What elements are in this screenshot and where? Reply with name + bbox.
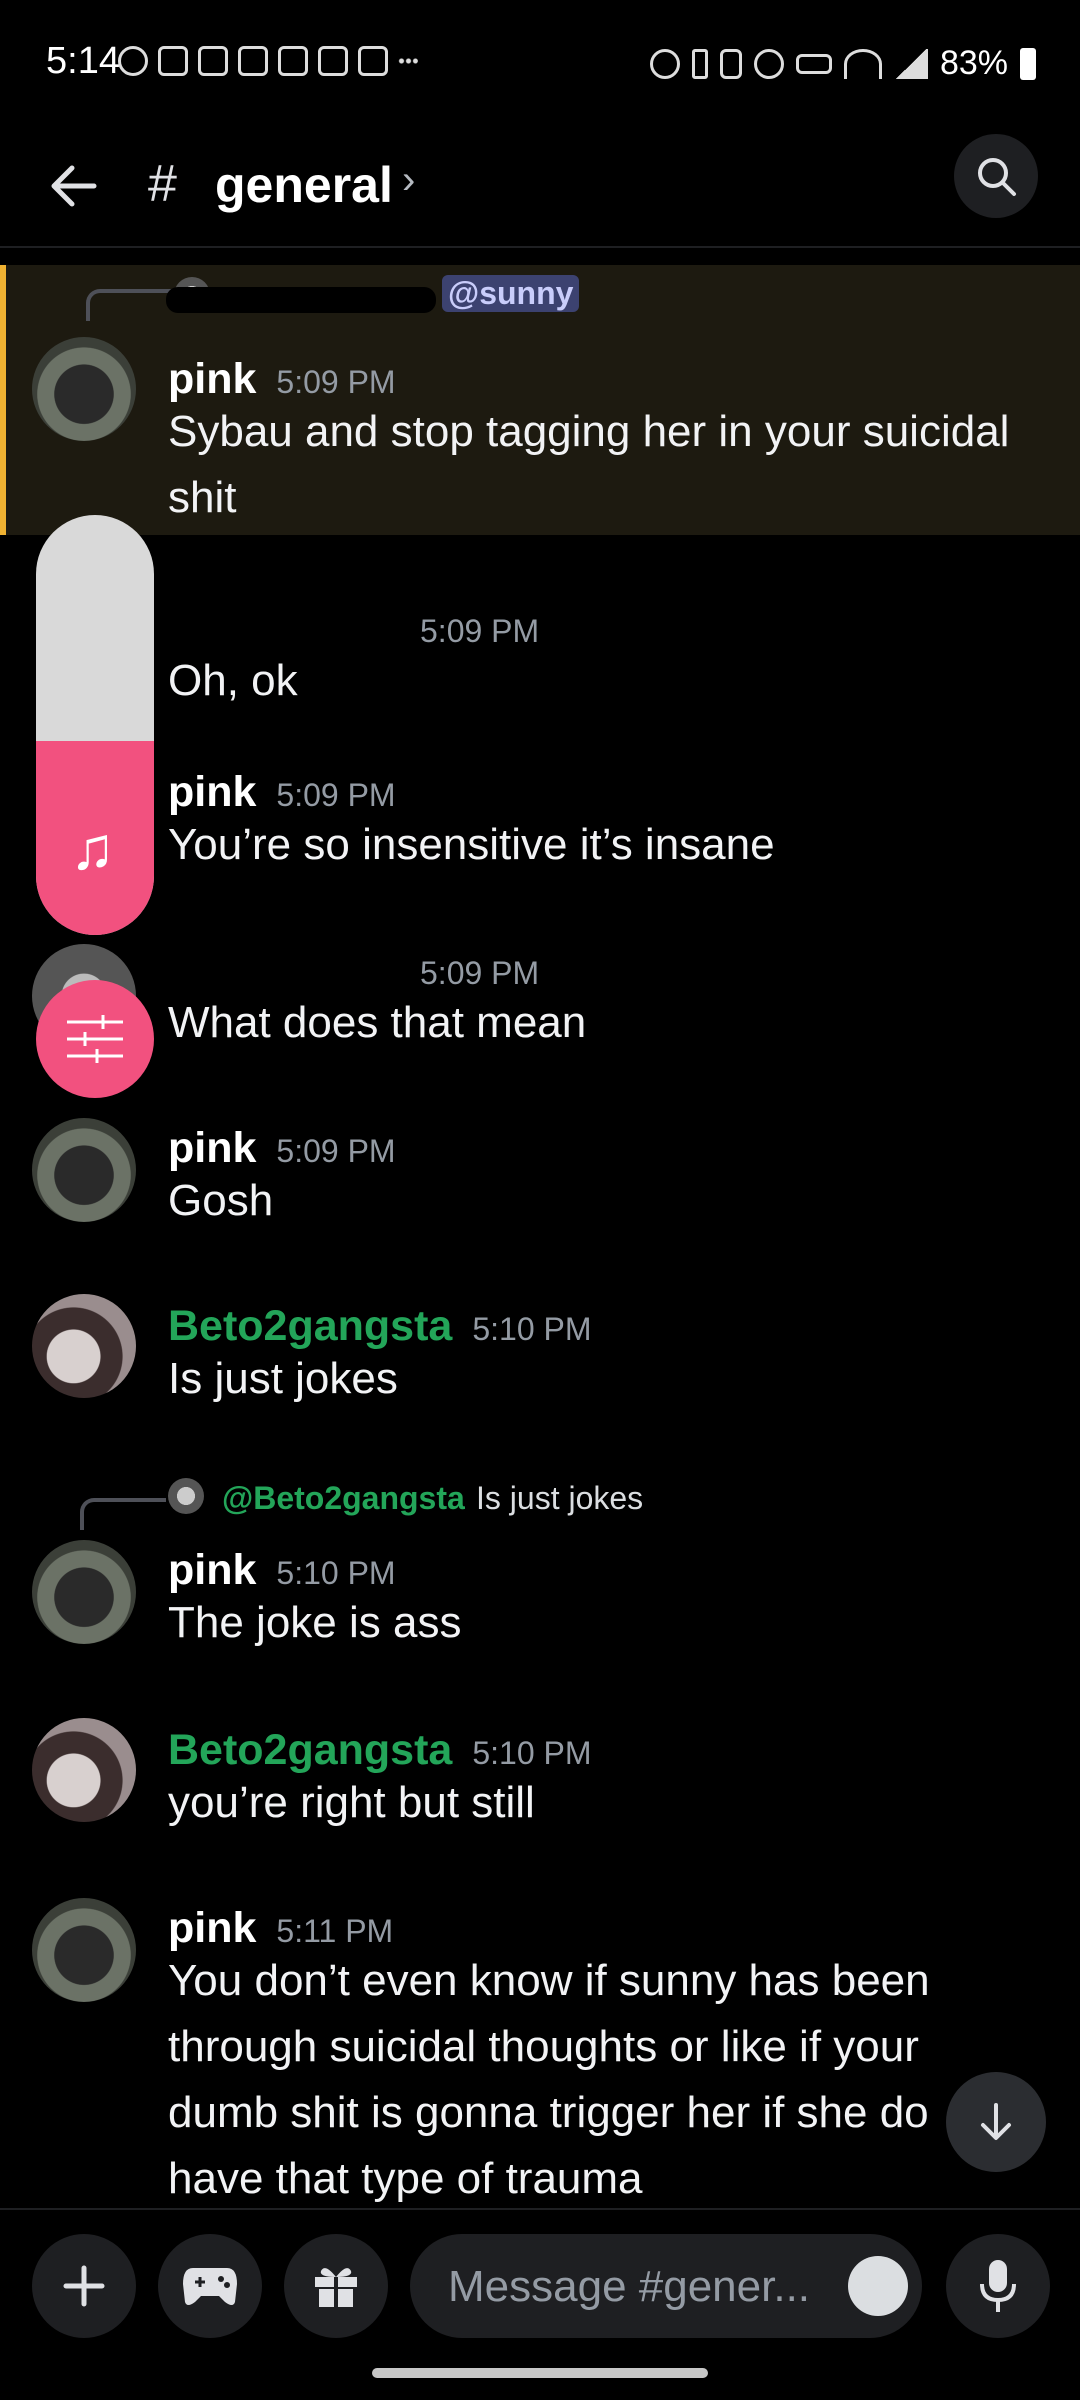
author-name[interactable]: Beto2gangsta 5:10 PM [168, 1302, 592, 1351]
reply-mention[interactable]: @Beto2gangsta [222, 1480, 465, 1517]
message-list[interactable]: @sunny pink 5:09 PM Sybau and stop taggin… [0, 248, 1080, 2208]
jump-to-bottom-button[interactable] [946, 2072, 1046, 2172]
media-icon [118, 46, 148, 76]
battery-icon [1020, 47, 1036, 80]
message-item[interactable]: @Beto2gangsta Is just jokes pink 5:10 PM … [0, 1468, 1080, 1678]
music-note-icon: ♫ [70, 815, 115, 882]
reply-connector [86, 289, 172, 321]
avatar[interactable] [32, 1540, 136, 1644]
redacted-name [166, 287, 436, 313]
author-name[interactable]: 5:09 PM [420, 604, 539, 653]
author-name[interactable]: pink 5:09 PM [168, 355, 396, 404]
message-item[interactable]: Beto2gangsta 5:10 PM you’re right but sti… [0, 1712, 1080, 1862]
message-icon [238, 46, 268, 76]
message-text: Gosh [168, 1176, 274, 1225]
gesture-home-bar[interactable] [372, 2368, 708, 2378]
reply-connector [80, 1498, 166, 1530]
author-name[interactable]: pink 5:09 PM [168, 768, 396, 817]
add-attachment-button[interactable] [32, 2234, 136, 2338]
author-name[interactable]: Beto2gangsta 5:10 PM [168, 1726, 592, 1775]
message-composer [0, 2208, 1080, 2340]
gmail-icon [198, 46, 228, 76]
channel-title[interactable]: general [215, 156, 393, 214]
bluetooth-icon [691, 48, 708, 79]
signal-icon [893, 48, 928, 79]
gamepad-icon [183, 2268, 237, 2305]
message-input-container[interactable] [410, 2234, 922, 2340]
battery-percent: 83% [939, 44, 1008, 82]
app-icon [358, 46, 388, 76]
message-item[interactable]: pink 5:09 PM You’re so insensitive it’s i… [0, 754, 1080, 904]
message-input[interactable] [446, 2234, 830, 2340]
sound-settings-button[interactable] [36, 980, 154, 1098]
vibrate-icon [719, 48, 742, 79]
reply-mention[interactable]: @sunny [442, 275, 580, 312]
system-icons: 83% [649, 44, 1036, 83]
gmail-icon [278, 46, 308, 76]
status-bar: 5:14 83% [0, 0, 1080, 130]
message-text: You don’t even know if sunny has been th… [168, 1956, 930, 2203]
message-item[interactable]: pink 5:09 PM Gosh [0, 1110, 1080, 1260]
notification-icons [118, 46, 418, 76]
more-notifications-icon [398, 58, 418, 64]
channel-header: # general › [0, 130, 1080, 248]
message-text: Oh, ok [168, 656, 298, 705]
reply-avatar [168, 1478, 204, 1514]
redacted-name [160, 952, 400, 978]
message-item[interactable]: pink 5:11 PM You don’t even know if sunny… [0, 1890, 1080, 2208]
redacted-name [120, 618, 390, 644]
voice-message-button[interactable] [946, 2234, 1050, 2338]
gift-button[interactable] [284, 2234, 388, 2338]
media-volume-slider[interactable]: ♫ [36, 515, 154, 935]
avatar[interactable] [32, 1294, 136, 1398]
message-text: What does that mean [168, 998, 587, 1047]
message-text: The joke is ass [168, 1598, 462, 1647]
search-icon [978, 158, 1016, 196]
emoji-icon[interactable] [848, 2256, 908, 2316]
back-arrow-icon[interactable] [44, 156, 104, 216]
avatar[interactable] [32, 1718, 136, 1822]
message-item[interactable]: 5:09 PM What does that mean [0, 932, 1080, 1082]
author-name[interactable]: pink 5:10 PM [168, 1546, 396, 1595]
hash-icon: # [148, 155, 177, 213]
author-name[interactable]: pink 5:09 PM [168, 1124, 396, 1173]
alarm-icon [753, 48, 784, 79]
avatar[interactable] [32, 1898, 136, 2002]
sliders-icon [67, 1015, 123, 1063]
author-name[interactable]: 5:09 PM [420, 946, 539, 995]
status-time: 5:14 [46, 40, 120, 82]
youtube-icon [158, 46, 188, 76]
vpn-key-icon [795, 53, 832, 74]
message-text: Sybau and stop tagging her in your suici… [168, 407, 1010, 522]
message-text: You’re so insensitive it’s insane [168, 820, 775, 869]
arrow-down-icon [981, 2103, 1011, 2140]
chevron-right-icon[interactable]: › [402, 158, 415, 203]
wifi-icon [843, 48, 882, 79]
gift-icon [315, 2268, 357, 2307]
message-text: you’re right but still [168, 1778, 535, 1827]
avatar[interactable] [32, 1118, 136, 1222]
reply-preview: Is just jokes [476, 1480, 644, 1516]
message-text: Is just jokes [168, 1354, 398, 1403]
microphone-icon [980, 2260, 1016, 2312]
avatar[interactable] [32, 337, 136, 441]
activities-button[interactable] [158, 2234, 262, 2338]
message-item[interactable]: Beto2gangsta 5:10 PM Is just jokes [0, 1288, 1080, 1438]
message-item[interactable]: @sunny pink 5:09 PM Sybau and stop taggin… [0, 265, 1080, 535]
shopper-panel-icon [318, 46, 348, 76]
plus-icon [63, 2265, 105, 2307]
message-item[interactable]: 5:09 PM Oh, ok [0, 578, 1080, 728]
data-saver-icon [649, 48, 680, 79]
search-button[interactable] [954, 134, 1038, 218]
author-name[interactable]: pink 5:11 PM [168, 1904, 393, 1953]
